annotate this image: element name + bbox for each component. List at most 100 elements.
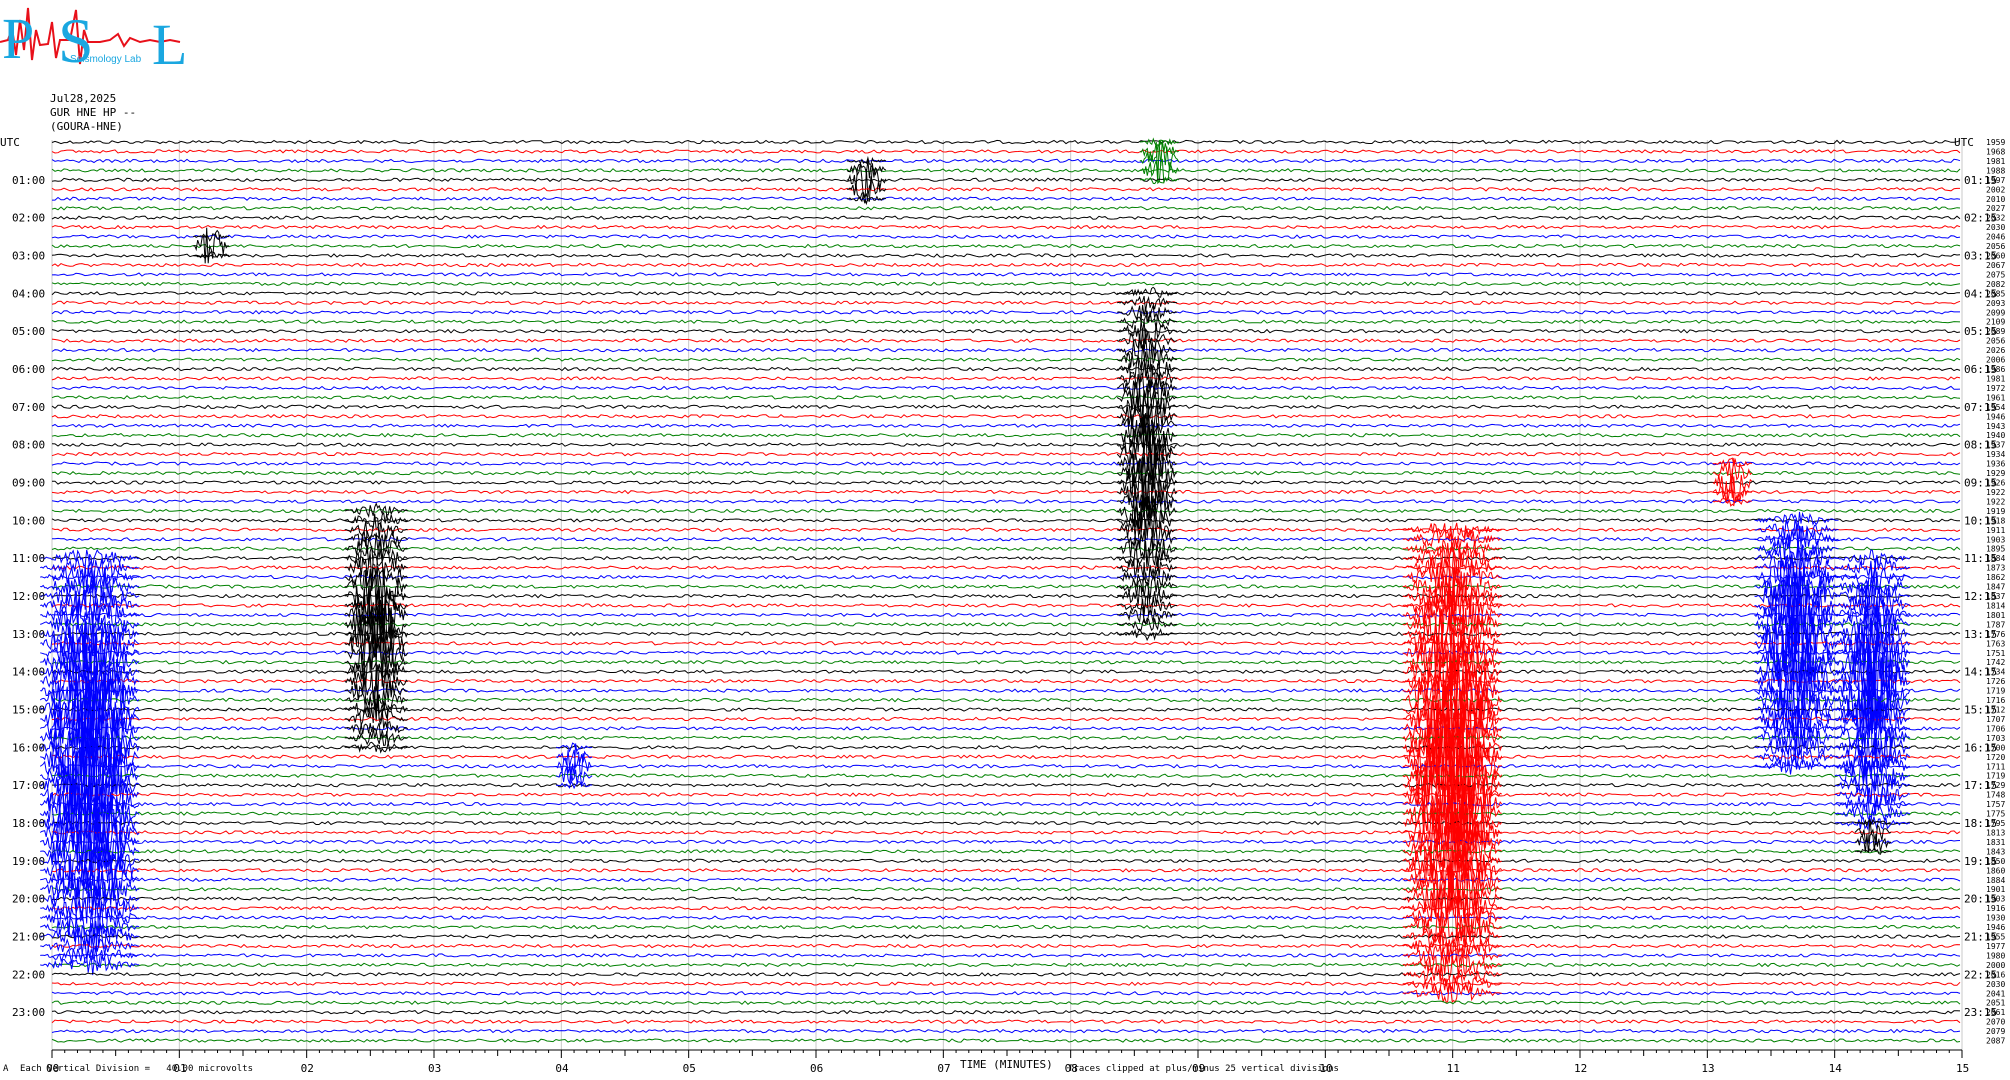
trace-offset-label: 1972 bbox=[1986, 384, 2005, 393]
trace-line bbox=[51, 669, 1961, 674]
trace-offset-label: 2082 bbox=[1986, 280, 2005, 289]
left-hour-label: 16:00 bbox=[12, 741, 45, 754]
trace-line bbox=[51, 546, 1961, 551]
trace-offset-label: 1775 bbox=[1986, 810, 2005, 819]
left-hour-label: 14:00 bbox=[12, 666, 45, 679]
left-hour-label: 21:00 bbox=[12, 931, 45, 944]
trace-line bbox=[51, 187, 1960, 192]
trace-offset-label: 1843 bbox=[1986, 847, 2005, 856]
trace-line bbox=[51, 924, 1961, 930]
trace-offset-label: 1847 bbox=[1986, 583, 2005, 592]
left-hour-label: 19:00 bbox=[12, 855, 45, 868]
trace-line bbox=[51, 943, 1961, 949]
trace-line bbox=[51, 962, 1961, 968]
x-tick-label: 11 bbox=[1447, 1062, 1460, 1075]
trace-line bbox=[51, 205, 1961, 211]
trace-offset-label: 1860 bbox=[1986, 866, 2005, 875]
trace-offset-label: 1936 bbox=[1986, 460, 2005, 469]
trace-offset-label: 1940 bbox=[1986, 431, 2005, 440]
left-hour-label: 15:00 bbox=[12, 704, 45, 717]
trace-line bbox=[51, 234, 1961, 239]
trace-offset-label: 2087 bbox=[1986, 1037, 2005, 1046]
event-burst bbox=[1116, 628, 1178, 642]
trace-offset-label: 1751 bbox=[1986, 649, 2005, 658]
trace-offset-label: 2099 bbox=[1986, 308, 2005, 317]
left-hour-label: 04:00 bbox=[12, 287, 45, 300]
trace-offset-label: 2085 bbox=[1986, 289, 2005, 298]
trace-offset-label: 1916 bbox=[1986, 904, 2005, 913]
trace-line bbox=[51, 508, 1961, 514]
trace-offset-label: 2051 bbox=[1986, 999, 2005, 1008]
x-tick-label: 05 bbox=[683, 1062, 696, 1075]
trace-offset-label: 1959 bbox=[1986, 138, 2005, 147]
trace-line bbox=[51, 432, 1961, 438]
trace-offset-label: 1929 bbox=[1986, 469, 2005, 478]
left-hour-label: 17:00 bbox=[12, 779, 45, 792]
trace-offset-label: 1986 bbox=[1986, 365, 2005, 374]
trace-line bbox=[51, 603, 1961, 608]
trace-line bbox=[51, 877, 1961, 882]
trace-offset-label: 1720 bbox=[1986, 753, 2005, 762]
trace-line bbox=[51, 716, 1961, 722]
trace-line bbox=[51, 678, 1961, 684]
trace-line bbox=[51, 811, 1961, 816]
trace-line bbox=[51, 300, 1961, 306]
event-burst bbox=[1116, 295, 1178, 312]
left-hour-label: 18:00 bbox=[12, 817, 45, 830]
event-burst bbox=[193, 233, 230, 242]
trace-line bbox=[51, 451, 1961, 457]
left-hour-label: 01:00 bbox=[12, 174, 45, 187]
trace-line bbox=[51, 291, 1960, 296]
trace-offset-label: 2109 bbox=[1986, 318, 2005, 327]
trace-line bbox=[51, 839, 1961, 845]
trace-line bbox=[51, 593, 1961, 599]
trace-offset-label: 1787 bbox=[1986, 620, 2005, 629]
x-tick-label: 03 bbox=[428, 1062, 441, 1075]
trace-offset-label: 1862 bbox=[1986, 573, 2005, 582]
trace-line bbox=[51, 139, 1961, 145]
trace-line bbox=[51, 659, 1961, 665]
trace-line bbox=[51, 309, 1960, 315]
trace-line bbox=[51, 820, 1961, 826]
left-axis-title: UTC bbox=[0, 136, 20, 149]
trace-offset-label: 1977 bbox=[1986, 942, 2005, 951]
trace-offset-label: 1884 bbox=[1986, 876, 2005, 885]
footer-clip-note: Traces clipped at plus/minus 25 vertical… bbox=[1068, 1064, 1339, 1074]
trace-offset-label: 1911 bbox=[1986, 526, 2005, 535]
trace-offset-label: 2010 bbox=[1986, 195, 2005, 204]
trace-line bbox=[51, 697, 1961, 703]
trace-offset-label: 2060 bbox=[1986, 252, 2005, 261]
trace-offset-label: 1946 bbox=[1986, 412, 2005, 421]
left-hour-label: 09:00 bbox=[12, 477, 45, 490]
trace-offset-label: 1901 bbox=[1986, 885, 2005, 894]
trace-offset-label: 2056 bbox=[1986, 337, 2005, 346]
trace-offset-label: 1711 bbox=[1986, 762, 2005, 771]
trace-line bbox=[51, 149, 1961, 154]
trace-offset-label: 1903 bbox=[1986, 895, 2005, 904]
trace-offset-label: 2075 bbox=[1986, 270, 2005, 279]
trace-offset-label: 1903 bbox=[1986, 535, 2005, 544]
trace-offset-label: 1981 bbox=[1986, 157, 2005, 166]
trace-offset-label: 2032 bbox=[1986, 214, 2005, 223]
trace-line bbox=[51, 792, 1961, 797]
trace-offset-label: 1748 bbox=[1986, 791, 2005, 800]
trace-offset-label: 1716 bbox=[1986, 696, 2005, 705]
trace-line bbox=[51, 612, 1961, 618]
trace-line bbox=[51, 328, 1961, 334]
trace-offset-label: 1742 bbox=[1986, 658, 2005, 667]
trace-line bbox=[51, 849, 1961, 854]
trace-offset-label: 1930 bbox=[1986, 914, 2005, 923]
left-hour-label: 05:00 bbox=[12, 325, 45, 338]
trace-offset-label: 1719 bbox=[1986, 687, 2005, 696]
trace-offset-label: 1700 bbox=[1986, 743, 2005, 752]
minute-gridlines bbox=[51, 140, 1963, 1050]
trace-line bbox=[51, 413, 1961, 419]
trace-offset-label: 1895 bbox=[1986, 545, 2005, 554]
left-hour-label: 08:00 bbox=[12, 439, 45, 452]
trace-line bbox=[51, 858, 1961, 864]
trace-offset-label: 1997 bbox=[1986, 176, 2005, 185]
trace-line bbox=[51, 953, 1961, 958]
trace-offset-label: 2089 bbox=[1986, 327, 2005, 336]
trace-offset-label: 2030 bbox=[1986, 223, 2005, 232]
trace-offset-label: 1968 bbox=[1986, 147, 2005, 156]
